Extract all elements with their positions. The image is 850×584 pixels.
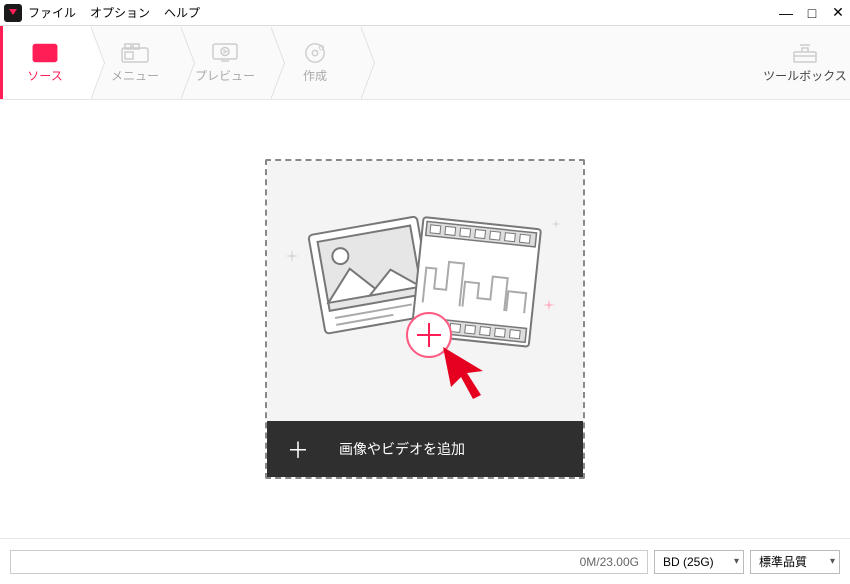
menu-option[interactable]: オプション xyxy=(90,4,150,21)
drop-illustration xyxy=(267,161,583,421)
plus-icon: ＋ xyxy=(287,433,309,465)
add-media-button[interactable]: ＋ 画像やビデオを追加 xyxy=(267,421,583,477)
main-area: ＋ 画像やビデオを追加 xyxy=(0,100,850,538)
window-controls: — □ ✕ xyxy=(778,4,846,21)
capacity-bar: 0M/23.00G xyxy=(10,550,648,574)
add-media-label: 画像やビデオを追加 xyxy=(339,439,465,459)
tab-label: ソース xyxy=(27,67,62,84)
tab-source[interactable]: ソース xyxy=(0,26,90,99)
quality-select[interactable]: 標準品質 xyxy=(750,550,840,574)
close-button[interactable]: ✕ xyxy=(830,4,846,21)
tab-label: メニュー xyxy=(111,67,159,84)
quality-value: 標準品質 xyxy=(759,553,807,570)
menu-icon xyxy=(120,42,150,64)
toolbox-label: ツールボックス xyxy=(763,67,847,84)
menu-help[interactable]: ヘルプ xyxy=(164,4,200,21)
disc-type-value: BD (25G) xyxy=(663,555,714,569)
menu-file[interactable]: ファイル xyxy=(28,4,76,21)
disc-type-select[interactable]: BD (25G) xyxy=(654,550,744,574)
source-icon xyxy=(30,42,60,64)
step-tabs: ソース メニュー プレビュー 作成 ツールボックス xyxy=(0,26,850,100)
capacity-text: 0M/23.00G xyxy=(580,555,639,569)
create-icon xyxy=(300,42,330,64)
menu-bar: ファイル オプション ヘルプ xyxy=(28,4,200,21)
title-bar: ファイル オプション ヘルプ — □ ✕ xyxy=(0,0,850,26)
maximize-button[interactable]: □ xyxy=(804,5,820,21)
app-icon xyxy=(4,4,22,22)
pointer-arrow-icon xyxy=(439,343,499,403)
toolbox-icon xyxy=(790,42,820,64)
preview-icon xyxy=(210,42,240,64)
status-bar: 0M/23.00G BD (25G) 標準品質 xyxy=(0,538,850,584)
tab-label: 作成 xyxy=(303,67,327,84)
active-indicator xyxy=(0,26,3,99)
tab-label: プレビュー xyxy=(195,67,255,84)
minimize-button[interactable]: — xyxy=(778,5,794,21)
drop-zone[interactable]: ＋ 画像やビデオを追加 xyxy=(265,159,585,479)
toolbox-button[interactable]: ツールボックス xyxy=(760,26,850,99)
